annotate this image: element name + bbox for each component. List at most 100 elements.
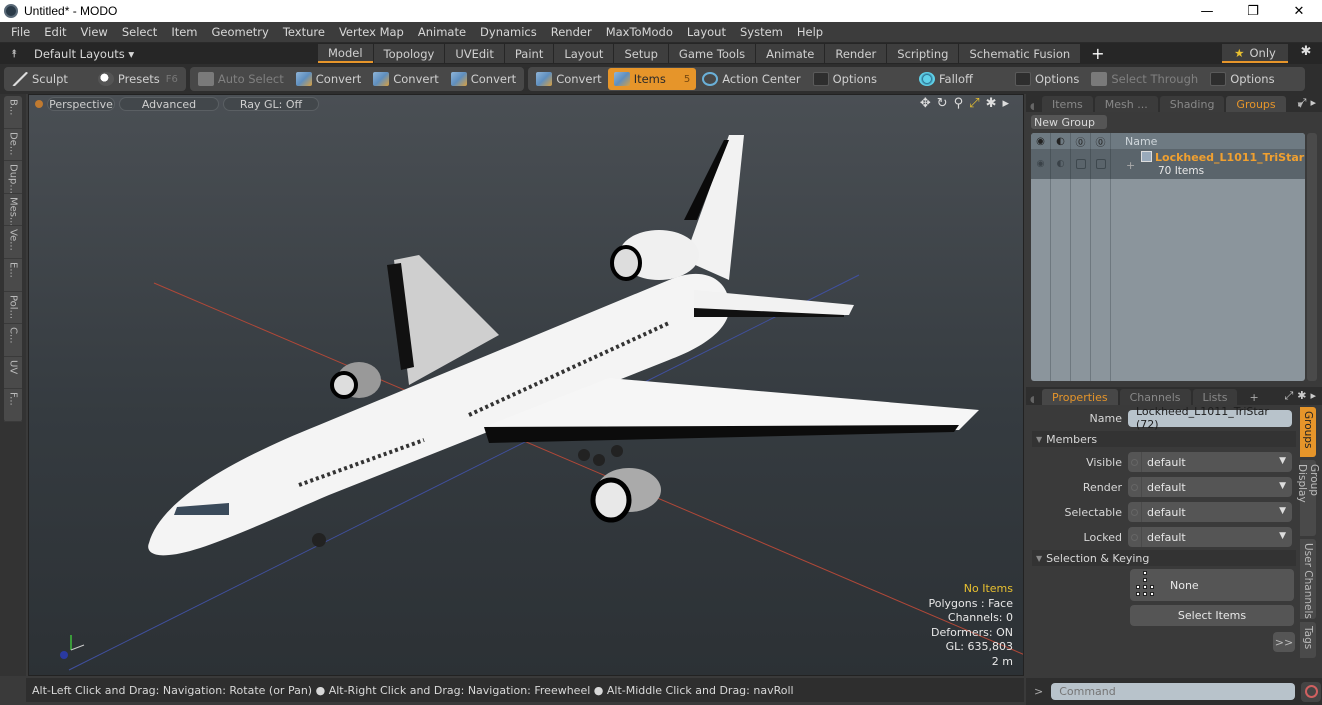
falloff-button[interactable]: Falloff	[913, 68, 979, 90]
auto-select-button[interactable]: Auto Select	[192, 68, 290, 90]
locked-select[interactable]: default ▼	[1128, 527, 1292, 547]
left-tab-fusion[interactable]: F...	[4, 389, 22, 422]
only-toggle-button[interactable]: ★ Only	[1222, 44, 1288, 63]
default-layouts-dropdown[interactable]: Default Layouts ▾	[34, 47, 134, 61]
select-toggle[interactable]	[1071, 149, 1091, 179]
group-name-field[interactable]: Lockheed_L1011_TriStar (72)	[1128, 405, 1292, 431]
new-group-button[interactable]: New Group	[1031, 115, 1107, 129]
gear-icon[interactable]: ✱	[1296, 44, 1316, 63]
fit-view-icon[interactable]: ⤢	[969, 96, 979, 111]
menu-animate[interactable]: Animate	[411, 25, 473, 39]
menu-texture[interactable]: Texture	[276, 25, 332, 39]
menu-view[interactable]: View	[74, 25, 115, 39]
shading-mode-button[interactable]: Advanced	[119, 97, 219, 111]
selectable-select[interactable]: default ▼	[1128, 502, 1292, 522]
side-tab-user-channels[interactable]: User Channels	[1300, 539, 1316, 619]
menu-edit[interactable]: Edit	[37, 25, 73, 39]
pan-icon[interactable]: ✥	[920, 96, 931, 111]
tab-properties[interactable]: Properties	[1042, 389, 1118, 405]
select-column-icon[interactable]: ⓪	[1071, 133, 1091, 149]
close-button[interactable]: ✕	[1276, 0, 1322, 22]
action-center-options-button[interactable]: Options	[807, 68, 883, 90]
left-tab-vertex[interactable]: Ve...	[4, 226, 22, 259]
viewport-settings-icon[interactable]: ✱	[986, 96, 997, 111]
groups-list-scrollbar[interactable]	[1307, 133, 1317, 381]
zoom-icon[interactable]: ⚲	[954, 96, 964, 111]
left-tab-bevel[interactable]: B...	[4, 96, 22, 129]
selection-set-button[interactable]: None	[1130, 569, 1294, 601]
layout-tab-paint[interactable]: Paint	[504, 44, 554, 63]
perspective-view-button[interactable]: Perspective	[47, 97, 115, 111]
visibility-toggle-icon[interactable]: ◉	[1031, 149, 1051, 179]
sculpt-button[interactable]: Sculpt	[6, 68, 74, 90]
tab-groups[interactable]: Groups	[1226, 96, 1286, 112]
render-select[interactable]: default ▼	[1128, 477, 1292, 497]
left-tab-uv[interactable]: UV	[4, 357, 22, 390]
presets-button[interactable]: Presets F6	[92, 68, 184, 90]
layout-tab-model[interactable]: Model	[318, 44, 373, 63]
menu-layout[interactable]: Layout	[680, 25, 733, 39]
lock-toggle[interactable]	[1091, 149, 1111, 179]
tab-mesh[interactable]: Mesh ...	[1094, 96, 1158, 112]
group-row[interactable]: ◉ ◐ + Lockheed_L1011_TriStar 70 Items	[1031, 149, 1305, 179]
convert-edges-button[interactable]: Convert	[367, 68, 444, 90]
select-items-button[interactable]: Select Items	[1130, 605, 1294, 626]
maximize-button[interactable]: ❐	[1230, 0, 1276, 22]
expand-group-icon[interactable]: +	[1126, 159, 1135, 172]
expand-arrow-icon[interactable]: ▸	[1002, 96, 1009, 111]
tab-items[interactable]: Items	[1042, 96, 1093, 112]
render-toggle-icon[interactable]: ◐	[1051, 149, 1071, 179]
viewport-menu-dot[interactable]	[35, 100, 43, 108]
maximize-panel-icon[interactable]: ⤢	[1298, 96, 1307, 110]
select-through-button[interactable]: Select Through	[1085, 68, 1204, 90]
layout-arrow-icon[interactable]: ⯭	[4, 47, 24, 61]
convert-items-button[interactable]: Convert	[530, 68, 607, 90]
selection-keying-section-header[interactable]: ▼ Selection & Keying	[1032, 550, 1296, 566]
action-center-button[interactable]: Action Center	[696, 68, 806, 90]
menu-vertex-map[interactable]: Vertex Map	[332, 25, 411, 39]
menu-system[interactable]: System	[733, 25, 790, 39]
side-tab-group-display[interactable]: Group Display	[1296, 460, 1320, 536]
layout-tab-setup[interactable]: Setup	[614, 44, 668, 63]
name-column-header[interactable]: Name	[1111, 133, 1157, 149]
command-input[interactable]	[1051, 683, 1296, 700]
left-tab-edge[interactable]: E...	[4, 259, 22, 292]
record-macro-button[interactable]	[1301, 681, 1322, 702]
visibility-column-icon[interactable]: ◉	[1031, 133, 1051, 149]
add-tab-button[interactable]: +	[1239, 389, 1268, 405]
left-tab-deform[interactable]: De...	[4, 129, 22, 162]
tab-lists[interactable]: Lists	[1192, 389, 1238, 405]
minimize-button[interactable]: —	[1184, 0, 1230, 22]
panel-settings-icon[interactable]: ✱	[1297, 389, 1306, 403]
tab-shading[interactable]: Shading	[1159, 96, 1225, 112]
panel-menu-icon[interactable]: ◖	[1026, 395, 1040, 405]
add-layout-tab-button[interactable]: +	[1081, 44, 1114, 63]
tab-channels[interactable]: Channels	[1119, 389, 1191, 405]
members-section-header[interactable]: ▼ Members	[1032, 431, 1296, 447]
layout-tab-layout[interactable]: Layout	[554, 44, 614, 63]
layout-tab-game-tools[interactable]: Game Tools	[668, 44, 756, 63]
items-mode-button[interactable]: Items 5	[607, 68, 697, 90]
left-tab-mesh[interactable]: Mes...	[4, 194, 22, 227]
layout-tab-schematic-fusion[interactable]: Schematic Fusion	[959, 44, 1081, 63]
menu-item[interactable]: Item	[164, 25, 204, 39]
left-tab-curve[interactable]: C...	[4, 324, 22, 357]
panel-menu-icon[interactable]: ◖	[1026, 102, 1040, 112]
menu-geometry[interactable]: Geometry	[205, 25, 276, 39]
layout-tab-uvedit[interactable]: UVEdit	[445, 44, 504, 63]
left-tab-duplicate[interactable]: Dup...	[4, 161, 22, 194]
layout-tab-topology[interactable]: Topology	[373, 44, 445, 63]
rotate-icon[interactable]: ↻	[937, 96, 948, 111]
menu-maxtomodo[interactable]: MaxToModo	[599, 25, 680, 39]
convert-vertices-button[interactable]: Convert	[290, 68, 367, 90]
panel-arrow-icon[interactable]: ▸	[1310, 389, 1316, 403]
panel-arrow-icon[interactable]: ▸	[1310, 96, 1316, 110]
menu-render[interactable]: Render	[544, 25, 599, 39]
layout-tab-render[interactable]: Render	[825, 44, 887, 63]
layout-tab-animate[interactable]: Animate	[756, 44, 825, 63]
menu-help[interactable]: Help	[790, 25, 830, 39]
menu-file[interactable]: File	[4, 25, 37, 39]
side-tab-tags[interactable]: Tags	[1300, 622, 1316, 658]
menu-dynamics[interactable]: Dynamics	[473, 25, 544, 39]
more-button[interactable]: >>	[1273, 632, 1295, 652]
